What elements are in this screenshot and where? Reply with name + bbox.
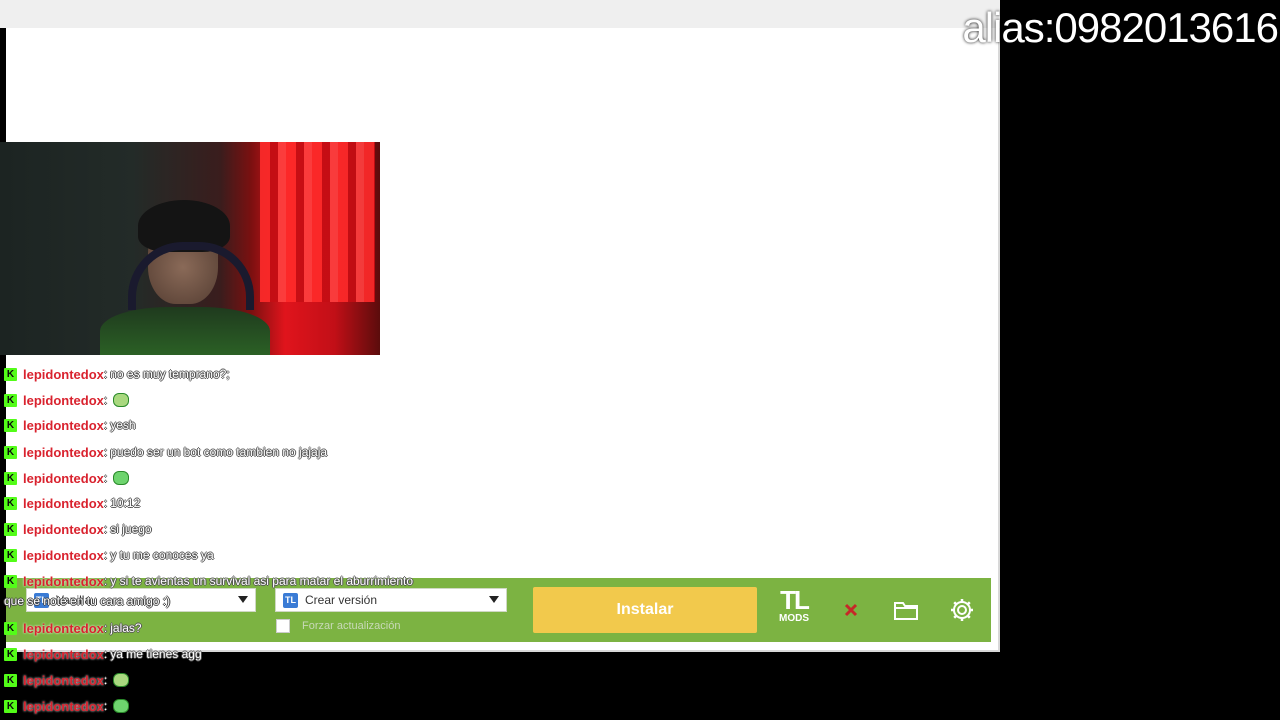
chevron-down-icon xyxy=(238,596,248,603)
chat-message: Klepidontedox : xyxy=(0,695,130,717)
chat-message: Klepidontedox : 10:12 xyxy=(0,492,140,514)
chat-text: y tu me conoces ya xyxy=(110,548,214,562)
chat-separator: : xyxy=(103,621,108,635)
chat-message: Klepidontedox : si juego xyxy=(0,518,152,540)
chat-wrapped-line: que se note en tu cara amigo :) xyxy=(4,594,171,608)
chat-separator: : xyxy=(103,647,108,661)
chat-separator: : xyxy=(103,418,108,432)
window-top-strip xyxy=(0,0,1000,28)
chat-text: jalas? xyxy=(110,621,142,635)
chat-separator: : xyxy=(103,445,108,459)
chat-text: 10:12 xyxy=(110,496,141,510)
kick-icon: K xyxy=(4,445,17,459)
chat-message: Klepidontedox : xyxy=(0,467,130,489)
install-button[interactable]: Instalar xyxy=(533,587,757,633)
chat-message: Klepidontedox : xyxy=(0,389,130,411)
chat-username: lepidontedox xyxy=(23,444,104,460)
chat-username: lepidontedox xyxy=(23,495,104,511)
kick-icon: K xyxy=(4,647,17,661)
kick-icon: K xyxy=(4,699,17,713)
chat-separator: : xyxy=(103,471,108,485)
chat-separator: : xyxy=(103,574,108,588)
chat-text: y si te avientas un survival asi para ma… xyxy=(110,574,414,588)
chat-username: lepidontedox xyxy=(23,521,104,537)
emote-icon xyxy=(113,471,130,485)
kick-icon: K xyxy=(4,548,17,562)
kick-icon: K xyxy=(4,418,17,432)
alias-overlay: alias:0982013616 xyxy=(962,4,1279,51)
chat-username: lepidontedox xyxy=(23,392,104,408)
kick-icon: K xyxy=(4,367,17,381)
chat-username: lepidontedox xyxy=(23,646,104,662)
kick-icon: K xyxy=(4,673,17,687)
chat-message: Klepidontedox : no es muy temprano?; xyxy=(0,363,230,385)
kick-icon: K xyxy=(4,621,17,635)
chat-separator: : xyxy=(103,367,108,381)
chat-message: Klepidontedox : y tu me conoces ya xyxy=(0,544,214,566)
chat-separator: : xyxy=(103,496,108,510)
chat-text: si juego xyxy=(110,522,152,536)
chat-message: Klepidontedox : yesh xyxy=(0,414,136,436)
chat-separator: : xyxy=(103,522,108,536)
emote-icon xyxy=(113,393,130,407)
red-curtain xyxy=(260,142,375,302)
headset xyxy=(128,242,254,310)
chat-username: lepidontedox xyxy=(23,470,104,486)
chat-username: lepidontedox xyxy=(23,698,104,714)
kick-icon: K xyxy=(4,496,17,510)
close-icon[interactable] xyxy=(838,598,864,622)
tl-logo-bottom: MODS xyxy=(779,613,809,624)
chat-username: lepidontedox xyxy=(23,672,104,688)
chat-separator: : xyxy=(103,673,108,687)
chat-message: Klepidontedox : y si te avientas un surv… xyxy=(0,570,413,592)
kick-icon: K xyxy=(4,574,17,588)
webcam-feed xyxy=(0,142,380,355)
chat-separator: : xyxy=(103,393,108,407)
streamer-shirt xyxy=(100,307,270,355)
chat-message: Klepidontedox : jalas? xyxy=(0,617,142,639)
chat-text: no es muy temprano?; xyxy=(110,367,230,381)
emote-icon xyxy=(113,699,130,713)
chat-separator: : xyxy=(103,548,108,562)
chevron-down-icon xyxy=(489,596,499,603)
chat-separator: : xyxy=(103,699,108,713)
create-version-value: Crear versión xyxy=(305,593,378,607)
chat-text: ya me tienes agg xyxy=(110,647,202,661)
force-update-checkbox[interactable] xyxy=(276,619,290,633)
emote-icon xyxy=(113,673,130,687)
chat-username: lepidontedox xyxy=(23,547,104,563)
kick-icon: K xyxy=(4,393,17,407)
force-update-label: Forzar actualización xyxy=(302,620,401,632)
folder-icon[interactable] xyxy=(893,598,919,622)
chat-text: puedo ser un bot como tambien no jajaja xyxy=(110,445,328,459)
chat-username: lepidontedox xyxy=(23,573,104,589)
kick-icon: K xyxy=(4,522,17,536)
tl-mini-icon: TL xyxy=(283,592,298,608)
tl-logo-top: TL xyxy=(780,585,810,615)
chat-username: lepidontedox xyxy=(23,417,104,433)
tl-mods-logo[interactable]: TL MODS xyxy=(773,587,815,633)
chat-message: Klepidontedox : puedo ser un bot como ta… xyxy=(0,441,327,463)
chat-username: lepidontedox xyxy=(23,620,104,636)
chat-text: yesh xyxy=(110,418,136,432)
kick-icon: K xyxy=(4,471,17,485)
gear-icon[interactable] xyxy=(949,598,975,622)
chat-message: Klepidontedox : xyxy=(0,669,130,691)
chat-username: lepidontedox xyxy=(23,366,104,382)
chat-message: Klepidontedox : ya me tienes agg xyxy=(0,643,202,665)
